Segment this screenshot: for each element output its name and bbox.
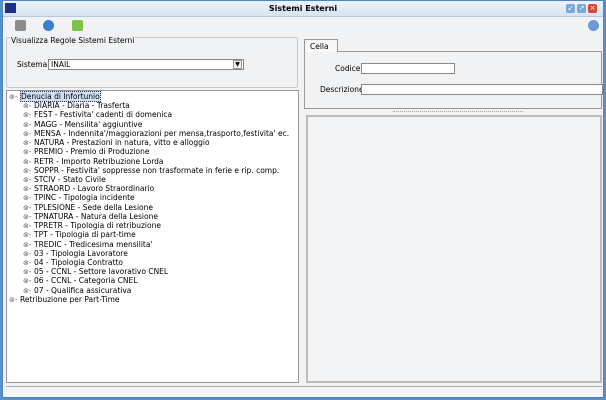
window-title: Sistemi Esterni	[268, 4, 338, 13]
cella-panel: Codice Descrizione	[304, 51, 603, 109]
tree-node[interactable]: ⊚- Retribuzione per Part-Time	[9, 295, 120, 304]
tree-node[interactable]: ⊚- 05 - CCNL - Settore lavorativo CNEL	[23, 267, 168, 276]
status-bar	[6, 386, 602, 397]
tree-expander-icon[interactable]: ⊚-	[9, 93, 20, 102]
tree-node-label: TPINC - Tipologia incidente	[34, 193, 135, 203]
group-title: Visualizza Regole Sistemi Esterni	[10, 36, 136, 45]
tab-cella[interactable]: Cella	[304, 39, 338, 52]
refresh-icon[interactable]	[43, 20, 54, 31]
tree-node-label: TREDIC - Tredicesima mensilita'	[34, 239, 153, 249]
help-icon[interactable]	[588, 20, 599, 31]
codice-label: Codice	[335, 64, 361, 73]
tree-node[interactable]: ⊚- Denucia di Infortunio	[9, 91, 101, 102]
tree-node[interactable]: ⊚- STRAORD - Lavoro Straordinario	[23, 184, 154, 193]
tree-node[interactable]: ⊚- MAGG - Mensilita' aggiuntive	[23, 120, 142, 129]
tree-node[interactable]: ⊚- STCIV - Stato Civile	[23, 175, 106, 184]
tree-node-label: 03 - Tipologia Lavoratore	[34, 248, 128, 258]
tree-node-label: TPNATURA - Natura della Lesione	[34, 211, 158, 221]
tree-node[interactable]: ⊚- MENSA - Indennita'/maggiorazioni per m…	[23, 129, 289, 138]
tree-node-label: PREMIO - Premio di Produzione	[34, 147, 150, 157]
tree-node[interactable]: ⊚- RETR - Importo Retribuzione Lorda	[23, 157, 164, 166]
minimize-button[interactable]: ↙	[566, 4, 575, 13]
filter-group: Visualizza Regole Sistemi Esterni Sistem…	[6, 36, 298, 88]
tree-node-label: SOPPR - Festivita' soppresse non trasfor…	[34, 165, 280, 175]
tree-node[interactable]: ⊚- TPLESIONE - Sede della Lesione	[23, 203, 153, 212]
tree-node-label: TPT - Tipologia di part-time	[34, 230, 136, 240]
tree-node-label: 07 - Qualifica assicurativa	[34, 285, 132, 295]
tree-node[interactable]: ⊚- 03 - Tipologia Lavoratore	[23, 249, 128, 258]
maximize-button[interactable]: ↗	[577, 4, 586, 13]
tree-node[interactable]: ⊚- FEST - Festivita' cadenti di domenica	[23, 110, 172, 119]
tree-node-label: MENSA - Indennita'/maggiorazioni per men…	[34, 128, 290, 138]
tree-node[interactable]: ⊚- 06 - CCNL - Categoria CNEL	[23, 276, 137, 285]
tree-node[interactable]: ⊚- 04 - Tipologia Contratto	[23, 258, 123, 267]
sistema-select[interactable]: INAIL ▼	[48, 59, 244, 70]
tree-node[interactable]: ⊚- TREDIC - Tredicesima mensilita'	[23, 240, 153, 249]
tree-node-label: STCIV - Stato Civile	[34, 174, 106, 184]
tree-node-label: FEST - Festivita' cadenti di domenica	[34, 110, 173, 120]
sistema-value: INAIL	[51, 60, 71, 69]
tree-expander-icon[interactable]: ⊚-	[9, 296, 20, 305]
tree-node-label: 06 - CCNL - Categoria CNEL	[34, 276, 138, 286]
tree-node[interactable]: ⊚- TPNATURA - Natura della Lesione	[23, 212, 158, 221]
tree-node-label: TPRETR - Tipologia di retribuzione	[34, 221, 161, 231]
window: Sistemi Esterni ↙ ↗ × Visualizza Regole …	[2, 0, 604, 398]
detail-panel	[306, 115, 602, 383]
codice-input[interactable]	[361, 63, 455, 74]
sistema-label: Sistema	[17, 60, 48, 69]
tree-node[interactable]: ⊚- TPT - Tipologia di part-time	[23, 230, 136, 239]
tree-node-label: RETR - Importo Retribuzione Lorda	[34, 156, 164, 166]
tree-node-label: 05 - CCNL - Settore lavorativo CNEL	[34, 267, 169, 277]
rules-tree[interactable]: ⊚- Denucia di Infortunio ⊚- DIARIA - Diaria…	[6, 90, 299, 383]
tree-node[interactable]: ⊚- SOPPR - Festivita' soppresse non trasf…	[23, 166, 279, 175]
tree-node[interactable]: ⊚- PREMIO - Premio di Produzione	[23, 147, 149, 156]
tree-node-label: NATURA - Prestazioni in natura, vitto e …	[34, 138, 210, 148]
chevron-down-icon[interactable]: ▼	[233, 60, 242, 69]
descrizione-input[interactable]	[361, 84, 603, 95]
title-bar: Sistemi Esterni ↙ ↗ ×	[3, 1, 603, 17]
tree-node[interactable]: ⊚- TPRETR - Tipologia di retribuzione	[23, 221, 161, 230]
tree-node[interactable]: ⊚- DIARIA - Diaria - Trasferta	[23, 101, 130, 110]
save-icon[interactable]	[15, 20, 26, 31]
toolbar	[3, 17, 603, 35]
tree-node-label: STRAORD - Lavoro Straordinario	[34, 184, 155, 194]
close-button[interactable]: ×	[588, 4, 597, 13]
export-icon[interactable]	[72, 20, 83, 31]
tree-node[interactable]: ⊚- NATURA - Prestazioni in natura, vitto …	[23, 138, 210, 147]
tree-node-label: TPLESIONE - Sede della Lesione	[34, 202, 153, 212]
tree-node[interactable]: ⊚- 07 - Qualifica assicurativa	[23, 286, 131, 295]
splitter-handle[interactable]	[393, 111, 523, 113]
tree-node-label: DIARIA - Diaria - Trasferta	[34, 101, 130, 111]
tree-node-label: 04 - Tipologia Contratto	[34, 257, 123, 267]
tree-node-label: MAGG - Mensilita' aggiuntive	[34, 119, 143, 129]
descrizione-label: Descrizione	[320, 85, 364, 94]
tree-node[interactable]: ⊚- TPINC - Tipologia incidente	[23, 193, 135, 202]
tree-node-label: Retribuzione per Part-Time	[20, 294, 120, 304]
